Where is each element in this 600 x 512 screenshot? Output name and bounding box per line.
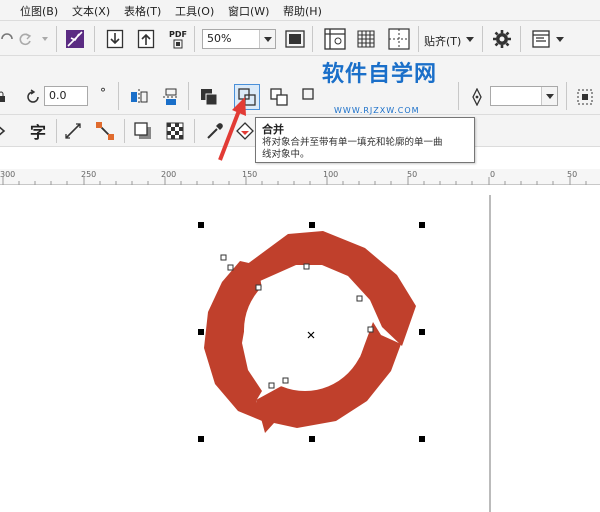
rotation-angle-value: 0.0 [49, 89, 67, 102]
separator [118, 82, 119, 110]
zoom-level-value: 50% [207, 32, 232, 45]
chevron-down-icon[interactable] [464, 28, 476, 50]
node-handle [268, 382, 275, 389]
outline-width-dropdown[interactable] [490, 86, 558, 106]
drop-shadow-tool-icon[interactable] [132, 120, 154, 142]
import-icon[interactable] [104, 28, 126, 50]
standard-toolbar: PDF 50% 贴齐(T) [0, 20, 600, 56]
trim-icon[interactable] [300, 86, 322, 108]
ruler-label: 50 [407, 170, 418, 179]
node-handle [282, 377, 289, 384]
rotation-angle-input[interactable]: 0.0 [44, 86, 88, 106]
ruler-label: 250 [81, 170, 97, 179]
node-handle [227, 264, 234, 271]
node-handle [367, 326, 374, 333]
circular-arrows-shape[interactable] [204, 231, 416, 433]
dimension-tool-icon[interactable] [62, 120, 84, 142]
chevron-down-icon[interactable] [541, 87, 557, 105]
separator [188, 82, 189, 110]
full-screen-preview-icon[interactable] [284, 28, 306, 50]
horizontal-ruler[interactable]: 300 250 200 150 100 50 0 50 [0, 169, 600, 185]
chevron-down-icon[interactable] [259, 30, 275, 48]
text-tool-label: 字 [29, 123, 46, 142]
separator [56, 119, 57, 143]
selection-handle [419, 436, 425, 442]
text-tool-button[interactable]: 字 [26, 120, 50, 142]
node-handle [220, 254, 227, 261]
drawing-canvas[interactable] [0, 185, 600, 512]
separator [56, 26, 57, 52]
node-handle [303, 263, 310, 270]
separator [194, 26, 195, 52]
menu-window[interactable]: 窗口(W) [228, 3, 269, 19]
menu-table[interactable]: 表格(T) [124, 3, 161, 19]
tooltip-line-1: 将对象合并至带有单一填充和轮廓的单一曲 [262, 137, 443, 148]
menu-tools[interactable]: 工具(O) [175, 3, 214, 19]
menu-help[interactable]: 帮助(H) [283, 3, 322, 19]
gear-icon[interactable] [491, 28, 513, 50]
separator [312, 26, 313, 52]
selection-handle [198, 436, 204, 442]
menu-bar: 位图(B) 文本(X) 表格(T) 工具(O) 窗口(W) 帮助(H) [0, 0, 600, 20]
pen-outline-icon[interactable] [466, 86, 488, 108]
selection-handle [309, 222, 315, 228]
show-grid-icon[interactable] [354, 27, 378, 51]
break-apart-icon[interactable] [268, 86, 290, 108]
pdf-label: PDF [169, 29, 187, 39]
show-guidelines-icon[interactable] [386, 27, 412, 51]
separator [94, 26, 95, 52]
snap-to-label[interactable]: 贴齐(T) [424, 33, 461, 49]
rotate-icon [22, 86, 44, 108]
separator [566, 82, 567, 110]
node-handle [356, 295, 363, 302]
pointer-arrow-annotation [218, 97, 246, 161]
zoom-level-dropdown[interactable]: 50% [202, 29, 276, 49]
show-rulers-icon[interactable] [322, 27, 348, 51]
menu-text[interactable]: 文本(X) [72, 3, 110, 19]
export-icon[interactable] [135, 28, 157, 50]
ruler-label: 0 [490, 170, 496, 179]
ring-center-hole [244, 269, 366, 391]
node-handle [255, 284, 262, 291]
ruler-label: 100 [323, 170, 339, 179]
watermark-url: WWW.RJZXW.COM [334, 106, 420, 115]
property-bar: 0.0 ° 软件自学网 WWW.RJZXW.COM [0, 56, 600, 115]
canvas-drawing [198, 195, 491, 512]
application-launcher-icon[interactable] [530, 28, 552, 50]
corel-connect-icon[interactable] [64, 28, 86, 50]
undo-dropdown-icon[interactable] [34, 28, 56, 50]
separator [124, 119, 125, 143]
separator [520, 26, 521, 52]
tooltip-title: 合并 [262, 123, 284, 136]
undo-icon[interactable] [14, 28, 36, 50]
degree-unit: ° [100, 86, 106, 100]
selection-handle [419, 329, 425, 335]
mirror-horizontal-icon[interactable] [128, 86, 150, 108]
ruler-label: 300 [0, 170, 16, 179]
ruler-label: 200 [161, 170, 177, 179]
quick-customize-icon[interactable] [574, 86, 596, 108]
menu-bitmap[interactable]: 位图(B) [20, 3, 58, 19]
lock-ratio-icon[interactable] [0, 86, 8, 108]
watermark-title: 软件自学网 [322, 62, 438, 87]
separator [458, 82, 459, 110]
selection-handle [309, 436, 315, 442]
chevron-down-icon[interactable] [554, 28, 566, 50]
separator [418, 26, 419, 52]
publish-pdf-button[interactable]: PDF [166, 27, 190, 51]
pdf-icon [173, 39, 183, 48]
selection-handle [198, 329, 204, 335]
mirror-vertical-icon[interactable] [160, 86, 182, 108]
separator [194, 119, 195, 143]
selection-handle [419, 222, 425, 228]
combine-tooltip: 合并 将对象合并至带有单一填充和轮廓的单一曲 线对象中。 [255, 117, 475, 163]
ruler-label: 150 [242, 170, 258, 179]
tooltip-line-2: 线对象中。 [262, 149, 310, 160]
selection-handle [198, 222, 204, 228]
separator [482, 26, 483, 52]
shape-tool-fragment-icon[interactable] [0, 120, 8, 142]
ruler-label: 50 [567, 170, 578, 179]
connector-tool-icon[interactable] [94, 120, 116, 142]
transparency-tool-icon[interactable] [164, 120, 186, 142]
